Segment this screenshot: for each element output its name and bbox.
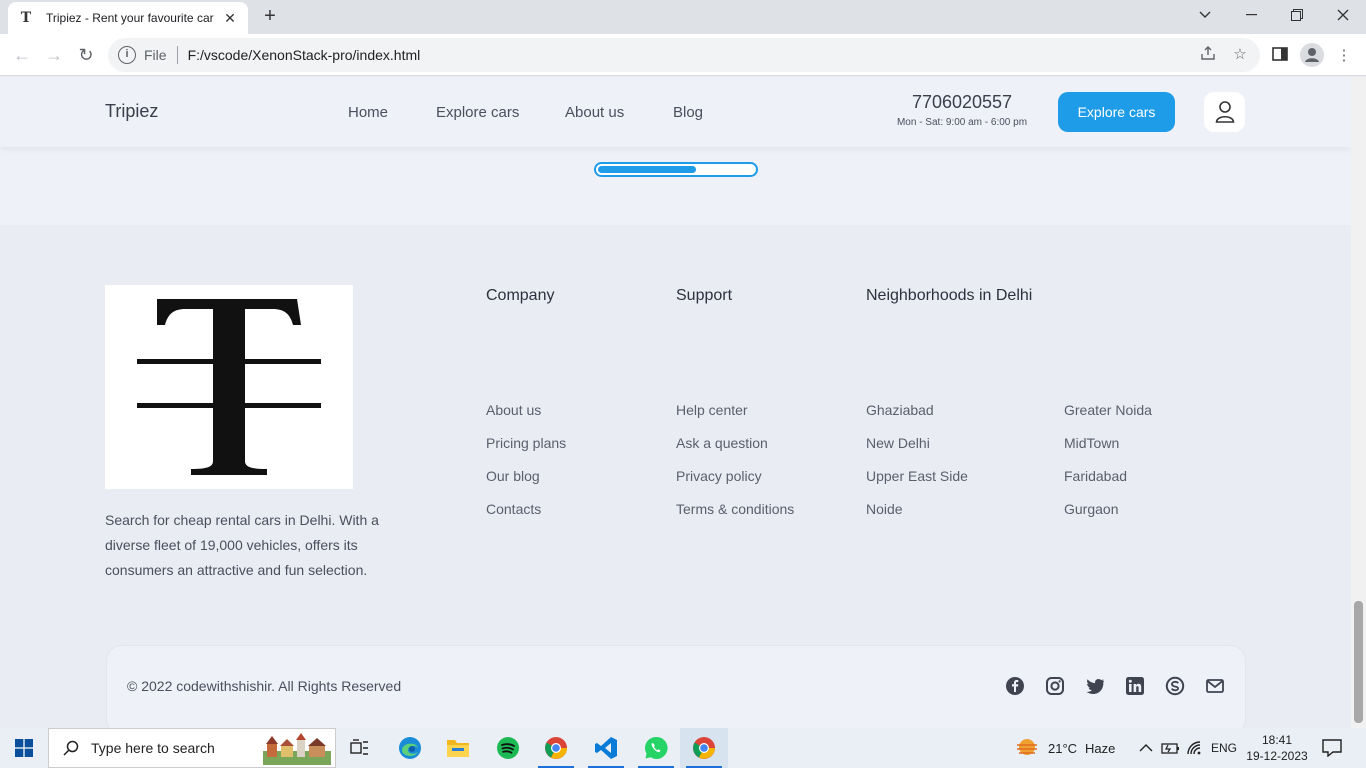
show-hidden-icons-chevron[interactable] [1139, 728, 1153, 768]
browser-tabstrip: T Tripiez - Rent your favourite car ✕ + [0, 0, 1366, 34]
window-close-icon[interactable] [1320, 0, 1366, 30]
wifi-icon[interactable] [1186, 728, 1204, 768]
phone-number[interactable]: 7706020557 [896, 92, 1028, 113]
start-button[interactable] [0, 728, 48, 768]
chrome-icon[interactable] [532, 728, 580, 768]
weather-temp: 21°C [1048, 740, 1078, 756]
clock-date: 19-12-2023 [1246, 749, 1308, 763]
footer-link-midtown[interactable]: MidTown [1064, 435, 1119, 451]
url-text[interactable]: F:/vscode/XenonStack-pro/index.html [188, 47, 421, 63]
footer-link-ask-question[interactable]: Ask a question [676, 435, 768, 451]
footer-link-our-blog[interactable]: Our blog [486, 468, 540, 484]
user-account-button[interactable] [1204, 92, 1245, 132]
scrollbar-thumb[interactable] [1354, 601, 1363, 723]
business-hours: Mon - Sat: 9:00 am - 6:00 pm [896, 117, 1028, 128]
search-placeholder: Type here to search [91, 740, 215, 756]
new-tab-icon[interactable]: + [258, 5, 282, 29]
slider-section [0, 147, 1351, 225]
file-explorer-icon[interactable] [434, 728, 482, 768]
windows-logo-icon [15, 739, 33, 757]
brand-name[interactable]: Tripiez [105, 101, 158, 122]
instagram-icon[interactable] [1045, 676, 1065, 696]
profile-avatar-icon[interactable] [1300, 43, 1324, 67]
footer-link-upper-east-side[interactable]: Upper East Side [866, 468, 968, 484]
input-language[interactable]: ENG [1211, 728, 1237, 768]
nav-about-us[interactable]: About us [565, 104, 624, 121]
browser-toolbar: ← → ↻ i File F:/vscode/XenonStack-pro/in… [0, 34, 1366, 76]
footer-link-ghaziabad[interactable]: Ghaziabad [866, 402, 934, 418]
chrome-active-icon[interactable] [680, 728, 728, 768]
footer-link-new-delhi[interactable]: New Delhi [866, 435, 930, 451]
footer-bottom-bar: © 2022 codewithshishir. All Rights Reser… [106, 645, 1246, 728]
haze-weather-icon [1017, 739, 1037, 755]
nav-blog[interactable]: Blog [673, 104, 703, 121]
facebook-icon[interactable] [1005, 676, 1025, 696]
battery-icon[interactable] [1161, 728, 1181, 768]
footer-link-terms[interactable]: Terms & conditions [676, 501, 794, 517]
address-bar[interactable]: i File F:/vscode/XenonStack-pro/index.ht… [108, 38, 1260, 72]
tab-favicon: T [20, 10, 32, 26]
forward-icon[interactable]: → [42, 43, 66, 67]
browser-menu-icon[interactable]: ⋮ [1334, 46, 1354, 66]
footer-link-privacy-policy[interactable]: Privacy policy [676, 468, 762, 484]
user-icon [1215, 101, 1234, 123]
spotify-icon[interactable] [484, 728, 532, 768]
site-header: Tripiez Home Explore cars About us Blog … [0, 77, 1351, 147]
nav-explore-cars[interactable]: Explore cars [436, 104, 519, 121]
tripiez-logo[interactable] [105, 285, 353, 489]
share-icon[interactable] [1198, 45, 1218, 65]
slider-progress-fill [598, 166, 696, 173]
whatsapp-icon[interactable] [632, 728, 680, 768]
footer-link-greater-noida[interactable]: Greater Noida [1064, 402, 1152, 418]
task-view-icon[interactable] [336, 728, 384, 768]
page-scrollbar[interactable] [1351, 77, 1366, 728]
url-scheme: File [144, 47, 167, 63]
mail-icon[interactable] [1205, 676, 1225, 696]
copyright-text: © 2022 codewithshishir. All Rights Reser… [127, 678, 402, 694]
search-highlight-icon [263, 733, 331, 765]
site-footer: Search for cheap rental cars in Delhi. W… [0, 225, 1351, 728]
search-icon [63, 740, 79, 756]
edge-app-icon[interactable] [386, 728, 434, 768]
footer-link-gurgaon[interactable]: Gurgaon [1064, 501, 1118, 517]
restore-icon[interactable] [1274, 0, 1320, 30]
footer-link-contacts[interactable]: Contacts [486, 501, 541, 517]
bookmark-star-icon[interactable]: ☆ [1230, 45, 1250, 65]
footer-about-text: Search for cheap rental cars in Delhi. W… [105, 512, 379, 578]
url-separator [176, 46, 178, 64]
site-info-icon[interactable]: i [118, 46, 136, 64]
weather-widget[interactable]: 21°C Haze [1016, 728, 1115, 768]
browser-tab[interactable]: T Tripiez - Rent your favourite car ✕ [8, 2, 248, 34]
system-clock[interactable]: 18:41 19-12-2023 [1246, 728, 1308, 768]
linkedin-icon[interactable] [1125, 676, 1145, 696]
slider-progress-bar[interactable] [594, 162, 758, 177]
close-tab-icon[interactable]: ✕ [222, 10, 238, 26]
notifications-icon[interactable] [1322, 728, 1342, 768]
neighborhoods-heading: Neighborhoods in Delhi [866, 287, 1033, 304]
footer-link-about-us[interactable]: About us [486, 402, 541, 418]
page-viewport: Tripiez Home Explore cars About us Blog … [0, 77, 1351, 728]
tab-search-chevron-icon[interactable] [1182, 0, 1228, 30]
tab-title: Tripiez - Rent your favourite car [46, 11, 214, 25]
side-panel-icon[interactable] [1270, 46, 1290, 66]
back-icon[interactable]: ← [10, 43, 34, 67]
vscode-icon[interactable] [582, 728, 630, 768]
footer-link-help-center[interactable]: Help center [676, 402, 748, 418]
twitter-icon[interactable] [1085, 676, 1105, 696]
reload-icon[interactable]: ↻ [74, 43, 98, 67]
footer-link-faridabad[interactable]: Faridabad [1064, 468, 1127, 484]
skype-icon[interactable] [1165, 676, 1185, 696]
company-heading: Company [486, 287, 555, 304]
support-heading: Support [676, 287, 733, 304]
footer-link-noide[interactable]: Noide [866, 501, 903, 517]
weather-text: Haze [1085, 740, 1116, 756]
explore-cars-button[interactable]: Explore cars [1058, 92, 1175, 132]
windows-taskbar: Type here to search 21°C Haze ENG 18:41 … [0, 728, 1366, 768]
contact-phone: 7706020557 Mon - Sat: 9:00 am - 6:00 pm [896, 92, 1028, 128]
footer-link-pricing-plans[interactable]: Pricing plans [486, 435, 566, 451]
nav-home[interactable]: Home [348, 104, 388, 121]
taskbar-search-box[interactable]: Type here to search [48, 728, 336, 768]
minimize-icon[interactable] [1228, 0, 1274, 30]
clock-time: 18:41 [1261, 733, 1293, 747]
